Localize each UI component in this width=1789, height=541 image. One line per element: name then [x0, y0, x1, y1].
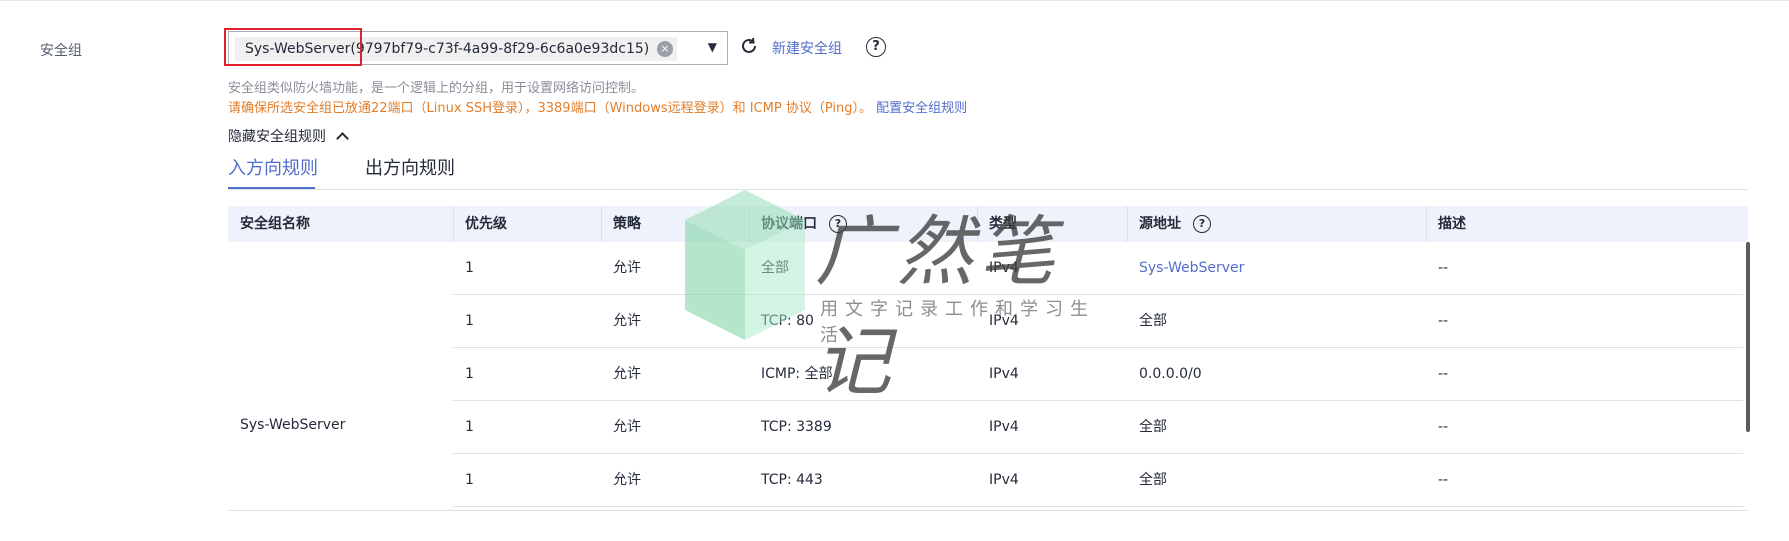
- col-header-policy: 策略: [613, 216, 641, 232]
- table-row: 1 允许 ICMP: 全部 IPv4 0.0.0.0/0 --: [453, 348, 1743, 401]
- type-cell: IPv4: [989, 366, 1019, 382]
- hide-rules-label: 隐藏安全组规则: [228, 129, 326, 145]
- policy-cell: 允许: [613, 313, 641, 329]
- port-cell: TCP: 443: [761, 472, 823, 488]
- col-header-description: 描述: [1438, 216, 1466, 232]
- description-cell: --: [1438, 313, 1449, 329]
- rule-direction-tabs: 入方向规则 出方向规则: [228, 150, 1748, 190]
- col-header-port-label: 协议端口: [761, 216, 817, 232]
- source-cell: 全部: [1139, 419, 1167, 435]
- description-cell: --: [1438, 260, 1449, 276]
- table-row: 1 允许 TCP: 80 IPv4 全部 --: [453, 295, 1743, 348]
- type-cell: IPv4: [989, 419, 1019, 435]
- priority-cell: 1: [465, 260, 474, 276]
- port-help-icon[interactable]: ?: [829, 215, 847, 233]
- tab-inbound[interactable]: 入方向规则: [228, 154, 318, 180]
- source-link[interactable]: Sys-WebServer: [1139, 242, 1244, 295]
- hint-warning-text: 请确保所选安全组已放通22端口（Linux SSH登录），3389端口（Wind…: [228, 101, 872, 116]
- hint-warning: 请确保所选安全组已放通22端口（Linux SSH登录），3389端口（Wind…: [228, 97, 967, 116]
- type-cell: IPv4: [989, 313, 1019, 329]
- table-scrollbar[interactable]: [1746, 242, 1750, 432]
- table-row: 1 允许 全部 IPv4 Sys-WebServer --: [453, 242, 1743, 295]
- clear-icon[interactable]: ×: [657, 41, 673, 57]
- table-bottom-border: [228, 510, 1748, 511]
- col-header-priority: 优先级: [465, 216, 507, 232]
- policy-cell: 允许: [613, 366, 641, 382]
- rules-table-body: Sys-WebServer 1 允许 全部 IPv4 Sys-WebServer…: [228, 242, 1750, 512]
- source-cell: 全部: [1139, 472, 1167, 488]
- port-cell: TCP: 80: [761, 313, 814, 329]
- table-row: 1 允许 TCP: 3389 IPv4 全部 --: [453, 401, 1743, 454]
- hide-rules-toggle[interactable]: 隐藏安全组规则: [228, 126, 350, 146]
- source-cell: 0.0.0.0/0: [1139, 366, 1202, 382]
- port-cell: TCP: 3389: [761, 419, 832, 435]
- annotation-highlight: [224, 28, 362, 66]
- active-tab-indicator: [228, 187, 315, 189]
- source-help-icon[interactable]: ?: [1193, 215, 1211, 233]
- hint-description: 安全组类似防火墙功能，是一个逻辑上的分组，用于设置网络访问控制。: [228, 81, 645, 96]
- priority-cell: 1: [465, 366, 474, 382]
- priority-cell: 1: [465, 419, 474, 435]
- priority-cell: 1: [465, 472, 474, 488]
- col-header-group-name: 安全组名称: [240, 216, 310, 232]
- caret-down-icon[interactable]: ▼: [708, 40, 717, 54]
- col-header-source: 源地址?: [1127, 206, 1211, 242]
- top-divider: [0, 0, 1789, 1]
- col-header-port: 协议端口?: [749, 206, 847, 242]
- security-group-label: 安全组: [40, 43, 82, 59]
- type-cell: IPv4: [989, 260, 1019, 276]
- description-cell: --: [1438, 366, 1449, 382]
- policy-cell: 允许: [613, 419, 641, 435]
- policy-cell: 允许: [613, 472, 641, 488]
- type-cell: IPv4: [989, 472, 1019, 488]
- rules-table-header: 安全组名称 优先级 策略 协议端口? 类型 源地址? 描述: [228, 206, 1748, 242]
- create-security-group-link[interactable]: 新建安全组: [772, 38, 842, 58]
- configure-rules-link[interactable]: 配置安全组规则: [876, 101, 967, 116]
- help-icon[interactable]: ?: [866, 37, 886, 57]
- col-header-type: 类型: [989, 216, 1017, 232]
- group-name-cell: Sys-WebServer: [240, 417, 346, 433]
- source-cell: 全部: [1139, 313, 1167, 329]
- port-cell: ICMP: 全部: [761, 366, 833, 382]
- refresh-icon[interactable]: [738, 35, 760, 57]
- tab-outbound[interactable]: 出方向规则: [365, 154, 455, 180]
- port-cell: 全部: [761, 260, 789, 276]
- description-cell: --: [1438, 472, 1449, 488]
- table-row: 1 允许 TCP: 443 IPv4 全部 --: [453, 454, 1743, 507]
- col-header-source-label: 源地址: [1139, 216, 1181, 232]
- priority-cell: 1: [465, 313, 474, 329]
- policy-cell: 允许: [613, 260, 641, 276]
- description-cell: --: [1438, 419, 1449, 435]
- chevron-up-icon: [336, 132, 350, 145]
